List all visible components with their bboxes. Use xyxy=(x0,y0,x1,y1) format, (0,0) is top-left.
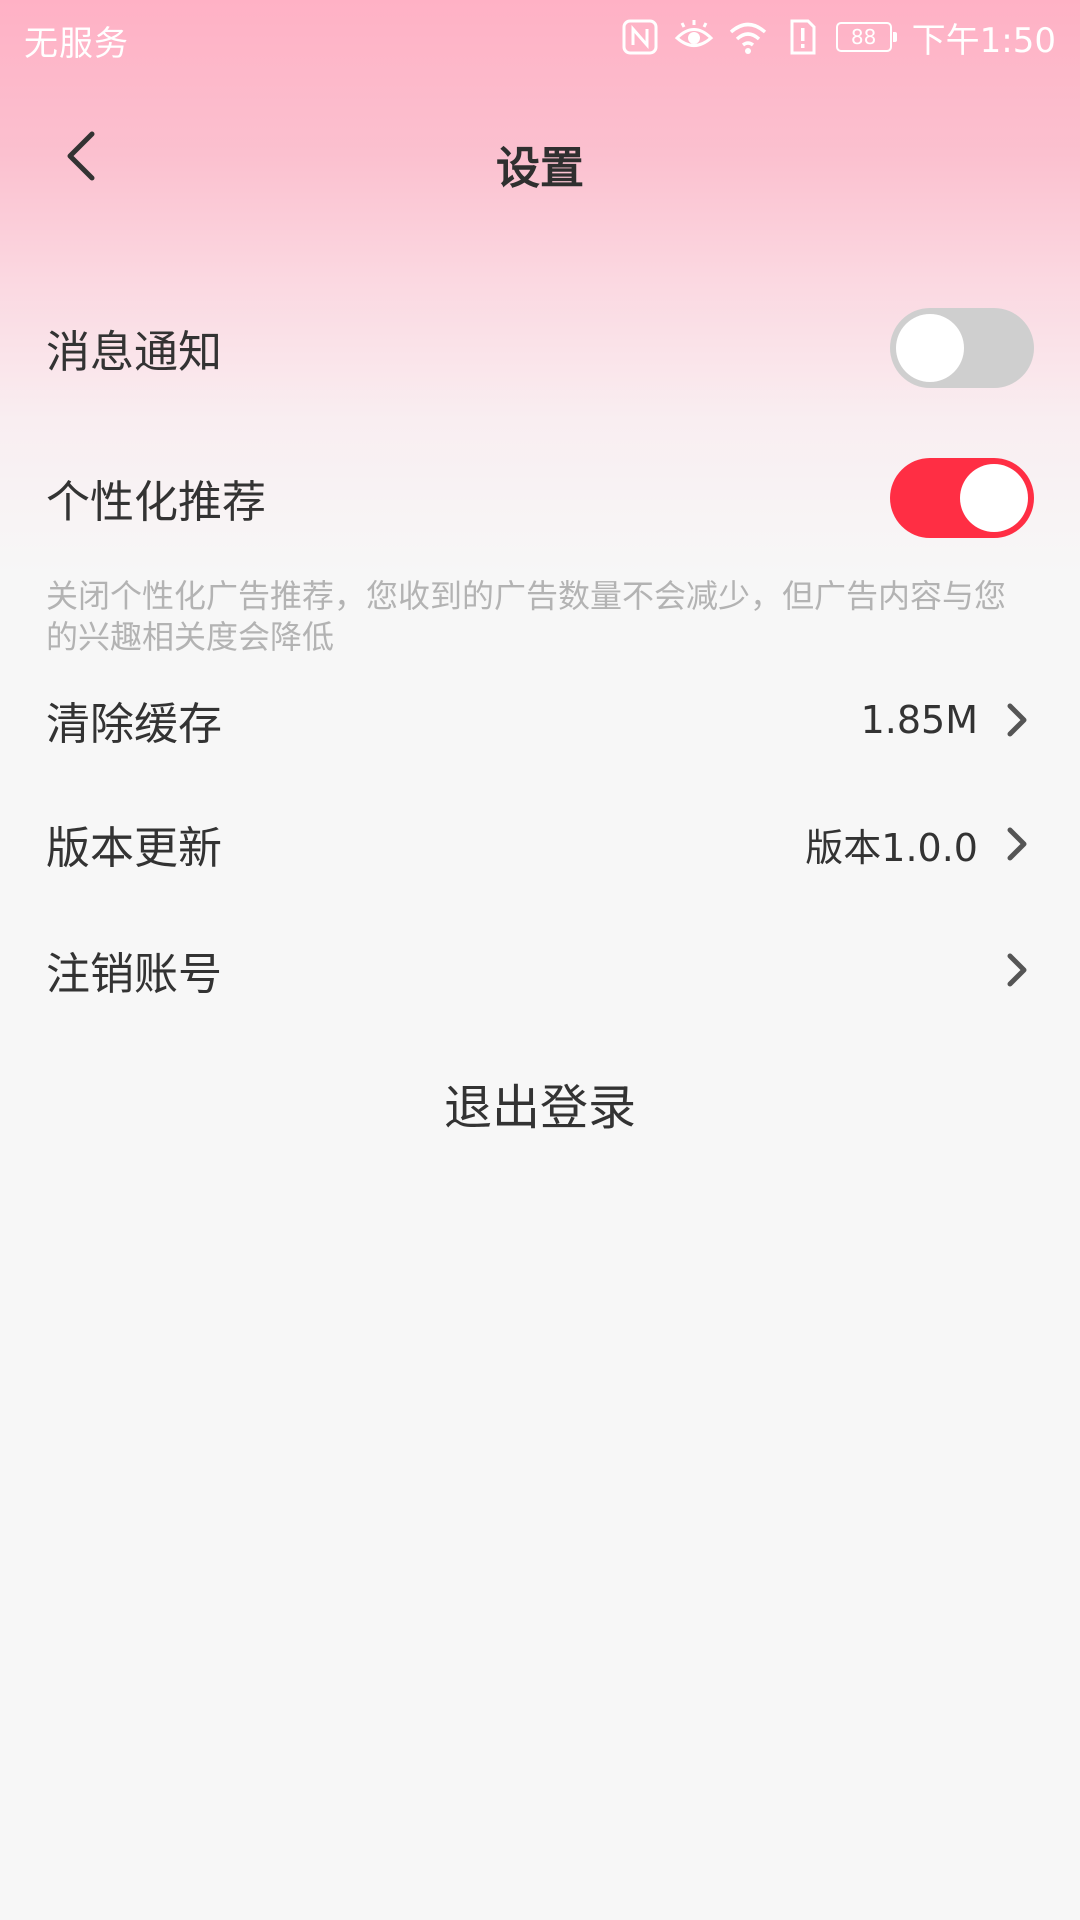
toggle-knob xyxy=(896,314,964,382)
delete-account-row[interactable]: 注销账号 xyxy=(46,930,1034,1010)
status-icons: 88 下午1:50 xyxy=(620,12,1056,62)
chevron-right-icon xyxy=(1002,824,1034,864)
carrier-text: 无服务 xyxy=(24,24,129,64)
clear-cache-label: 清除缓存 xyxy=(46,699,222,750)
version-update-right: 版本1.0.0 xyxy=(805,817,1034,872)
logout-button[interactable]: 退出登录 xyxy=(0,1068,1080,1138)
delete-account-right xyxy=(1002,950,1034,990)
chevron-right-icon xyxy=(1002,950,1034,990)
status-bar: 无服务 88 下午1:50 xyxy=(0,0,1080,74)
version-update-row[interactable]: 版本更新 版本1.0.0 xyxy=(46,804,1034,884)
battery-icon: 88 xyxy=(835,22,897,52)
chevron-right-icon xyxy=(1002,700,1034,740)
top-navigation-bar: 设置 xyxy=(0,90,1080,230)
version-value: 版本1.0.0 xyxy=(805,825,978,870)
personalized-recommendation-toggle[interactable] xyxy=(890,458,1034,538)
toggle-knob xyxy=(960,464,1028,532)
delete-account-label: 注销账号 xyxy=(46,949,222,1000)
wifi-icon xyxy=(728,17,768,57)
notification-toggle[interactable] xyxy=(890,308,1034,388)
page-title: 设置 xyxy=(496,143,584,194)
cache-size-value: 1.85M xyxy=(860,698,978,742)
version-update-label: 版本更新 xyxy=(46,823,222,874)
personalized-recommendation-description: 关闭个性化广告推荐，您收到的广告数量不会减少，但广告内容与您的兴趣相关度会降低 xyxy=(46,577,1007,656)
eye-icon xyxy=(674,17,714,57)
personalized-recommendation-row: 个性化推荐 xyxy=(46,458,1034,538)
status-time: 下午1:50 xyxy=(911,20,1056,61)
clear-cache-right: 1.85M xyxy=(861,698,1034,742)
alert-icon xyxy=(782,17,822,57)
nfc-icon xyxy=(620,17,660,57)
notification-label: 消息通知 xyxy=(46,327,222,378)
personalized-recommendation-label: 个性化推荐 xyxy=(46,477,266,528)
settings-screen: 无服务 88 下午1:50 设置 消息通知 个性化推荐 关闭个性化广告推荐，您收… xyxy=(0,0,1080,1920)
notification-setting-row: 消息通知 xyxy=(46,308,1034,388)
clear-cache-row[interactable]: 清除缓存 1.85M xyxy=(46,680,1034,760)
